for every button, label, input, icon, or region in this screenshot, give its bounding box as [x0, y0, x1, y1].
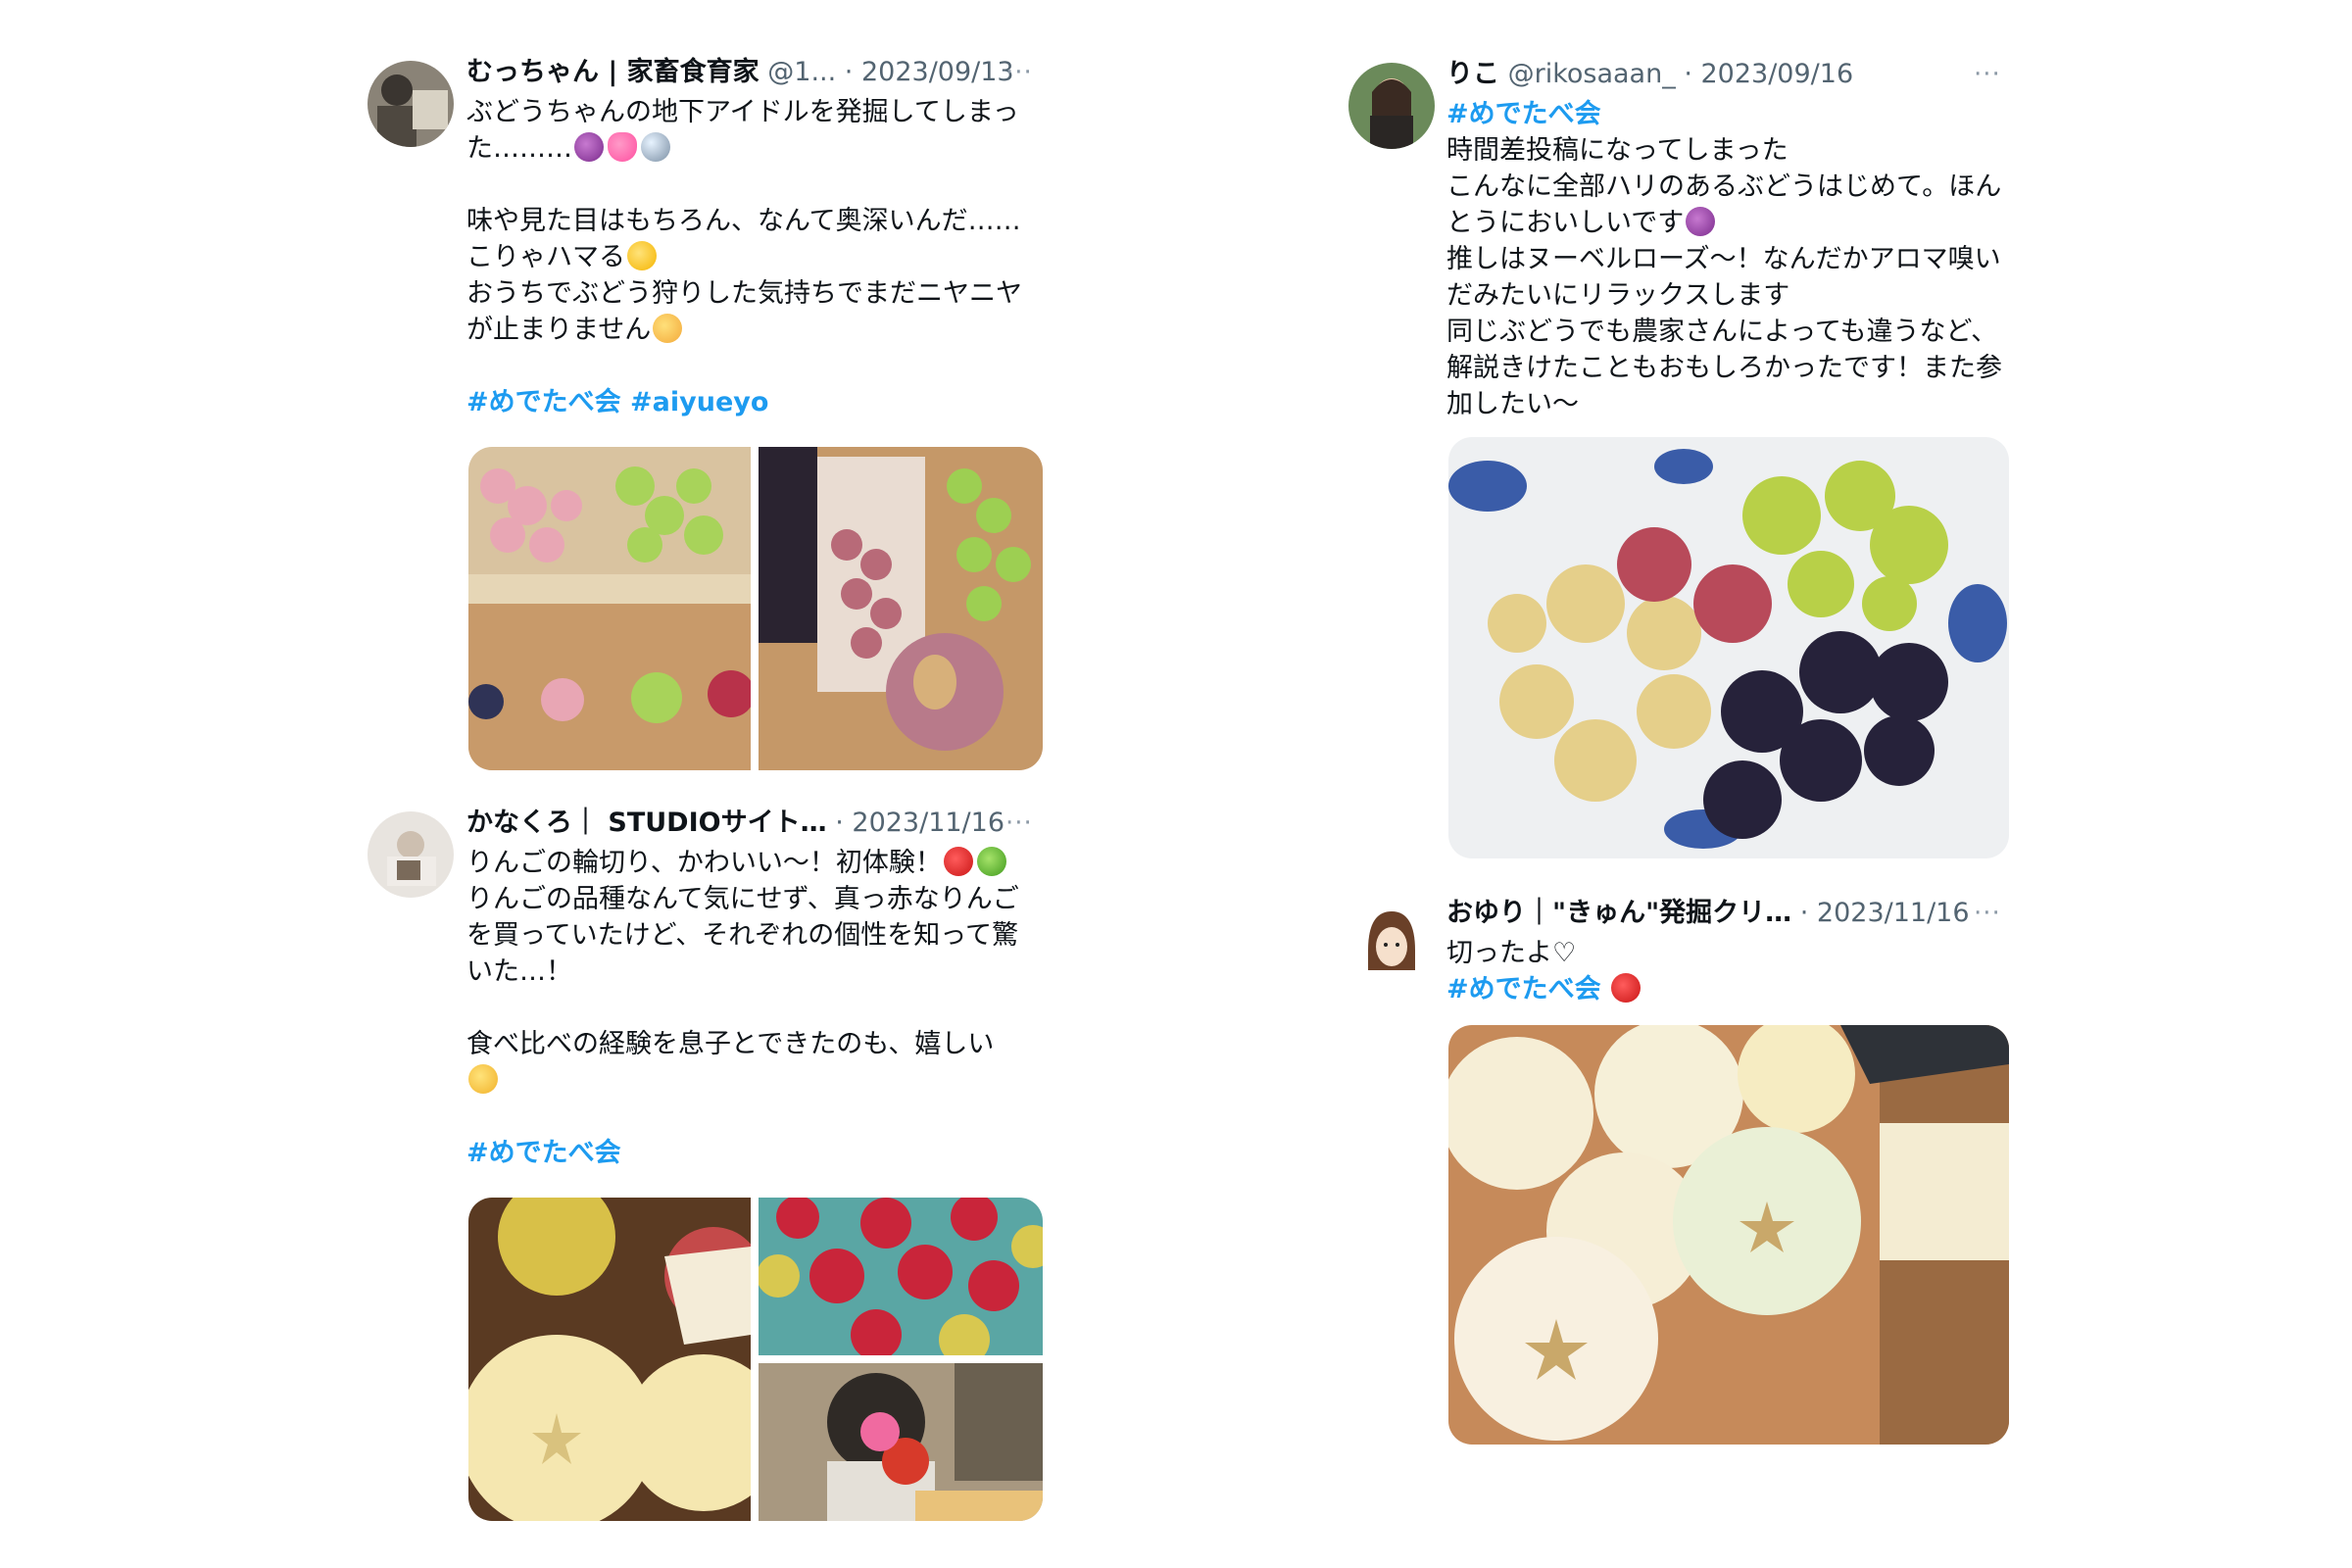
more-options-icon[interactable]: ···	[1005, 810, 1033, 836]
hashtag-link[interactable]: #めでたべ会 #aiyueyo	[466, 384, 1054, 420]
apple-slices-photo[interactable]	[468, 1198, 751, 1521]
more-options-icon[interactable]: ···	[1974, 62, 2001, 87]
tweet-media-grid[interactable]	[468, 447, 1043, 770]
tweet-text-line	[466, 167, 1054, 203]
grape-emoji-icon	[1686, 207, 1716, 236]
avatar[interactable]	[368, 61, 454, 147]
smiling-face-emoji-icon	[468, 1064, 498, 1094]
user-name[interactable]: むっちゃん | 家畜食育家	[466, 57, 760, 87]
tweet-text-line: 時間差投稿になってしまった	[1446, 135, 1788, 166]
hashtag-link[interactable]: #めでたべ会	[1446, 96, 2034, 132]
tweet-text-line	[466, 990, 1054, 1026]
magnifying-glass-icon	[641, 132, 670, 162]
separator-dot: ·	[835, 808, 844, 838]
user-name[interactable]: りこ	[1446, 59, 1499, 89]
grape-emoji-icon	[574, 132, 604, 162]
hashtag-link[interactable]: #めでたべ会	[466, 1135, 1054, 1171]
more-options-icon[interactable]: ···	[1974, 901, 2001, 926]
tweet-text-line: が止まりません	[466, 315, 652, 345]
avatar[interactable]	[1348, 902, 1435, 988]
tweet-text-line: だみたいにリラックスします	[1446, 280, 1790, 311]
avatar[interactable]	[1348, 63, 1435, 149]
tweet-text-line: こんなに全部ハリのあるぶどうはじめて。ほん	[1446, 172, 2002, 202]
tweet-text-line	[466, 348, 1054, 384]
tweet-text-line: 加したい〜	[1446, 389, 1579, 419]
tweet-text-line: ぶどうちゃんの地下アイドルを発掘してしまっ	[466, 97, 1019, 127]
tweet-text-line: こりゃハマる	[466, 242, 625, 272]
more-options-icon[interactable]: ···	[1005, 60, 1033, 85]
tweet-media-grid[interactable]	[468, 1198, 1043, 1521]
user-name[interactable]: かなくろ｜ STUDIOサイト…	[466, 808, 827, 838]
tweet-text-line: 解説きけたこともおもしろかったです！また参	[1446, 353, 2002, 383]
tweet-text-line: いた…！	[466, 956, 572, 987]
hashtag-link[interactable]: #めでたべ会	[1446, 974, 1601, 1004]
tweet-date[interactable]: 2023/11/16	[852, 808, 1004, 838]
tweet-text-line	[466, 1099, 1054, 1135]
green-apple-emoji-icon	[976, 847, 1006, 876]
tweet-text-line: 食べ比べの経験を息子とできたのも、嬉しい	[466, 1029, 995, 1059]
red-apple-emoji-icon	[1611, 973, 1642, 1003]
separator-dot: ·	[1799, 898, 1809, 928]
tweet-media[interactable]	[1448, 1025, 2009, 1445]
tweet-text-line: 推しはヌーベルローズ〜！なんだかアロマ嗅い	[1446, 244, 2001, 274]
tweet-text-line: 同じぶどうでも農家さんによっても違うなど、	[1446, 317, 1998, 347]
tweet-text-line: を買っていたけど、それぞれの個性を知って驚	[466, 920, 1018, 951]
shushing-face-emoji-icon	[653, 314, 683, 343]
red-apple-emoji-icon	[943, 847, 973, 876]
user-handle[interactable]: @1...	[767, 57, 836, 87]
tweet-media[interactable]	[1448, 437, 2009, 858]
user-handle[interactable]: @rikosaaan_	[1508, 59, 1676, 89]
tweet-text-line: 味や見た目はもちろん、なんて奥深いんだ……	[466, 206, 1021, 236]
tweet-text-line: りんごの輪切り、かわいい〜！初体験！	[466, 848, 942, 878]
tweet-text-line: りんごの品種なんて気にせず、真っ赤なりんご	[466, 884, 1019, 914]
avatar[interactable]	[368, 811, 454, 898]
star-struck-emoji-icon	[627, 241, 657, 270]
user-name[interactable]: おゆり｜"きゅん"発掘クリ…	[1446, 898, 1791, 928]
heart-emoji-icon	[608, 132, 637, 162]
grapes-on-plate-photo[interactable]	[1448, 437, 2009, 858]
tweet-date[interactable]: 2023/09/16	[1701, 59, 1854, 89]
separator-dot: ·	[1684, 59, 1692, 89]
tweet-date[interactable]: 2023/11/16	[1817, 898, 1970, 928]
grape-bags-photo[interactable]	[759, 447, 1043, 770]
apple-box-photo[interactable]	[759, 1198, 1043, 1355]
tweet-text-line: とうにおいしいです	[1446, 208, 1685, 238]
separator-dot: ·	[844, 57, 854, 87]
sliced-apples-photo[interactable]	[1448, 1025, 2009, 1445]
tweet-text-line: おうちでぶどう狩りした気持ちでまだニヤニヤ	[466, 278, 1022, 309]
child-with-apple-photo[interactable]	[759, 1363, 1043, 1521]
tweet-date[interactable]: 2023/09/13	[861, 57, 1014, 87]
tweet-text-line: 切ったよ♡	[1446, 938, 1577, 968]
grape-photo[interactable]	[468, 447, 751, 770]
tweet-text-line: た………	[466, 133, 572, 164]
